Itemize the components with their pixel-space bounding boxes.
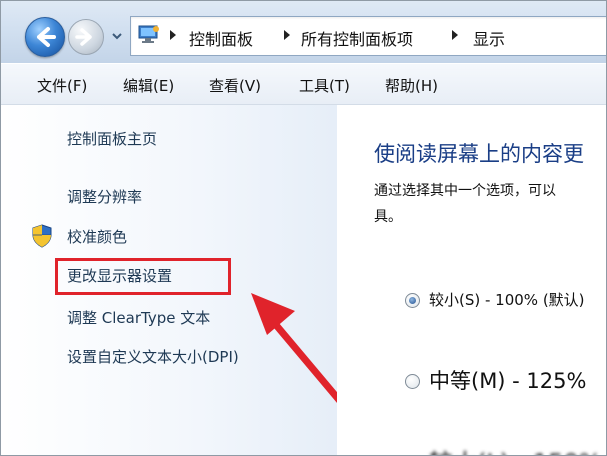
recent-pages-chevron-icon[interactable] [111,30,123,42]
highlight-box [55,258,231,295]
breadcrumb-all-items[interactable]: 所有控制面板项 [301,26,413,50]
page-heading: 使阅读屏幕上的内容更 [374,142,584,166]
control-panel-home-link[interactable]: 控制面板主页 [67,128,157,149]
forward-button[interactable] [68,19,104,55]
menu-file[interactable]: 文件(F) [37,75,87,96]
back-arrow-icon [37,27,56,47]
control-panel-icon [138,25,159,43]
menu-edit[interactable]: 编辑(E) [123,75,174,96]
shield-icon [32,224,52,248]
content-area: 使阅读屏幕上的内容更 通过选择其中一个选项，可以 具。 较小(S) - 100%… [337,105,606,455]
option-larger-label[interactable]: 较大(L) - 150% [429,443,602,455]
breadcrumb-separator-icon[interactable] [283,29,291,41]
calibrate-color-link[interactable]: 校准颜色 [67,226,127,247]
back-button[interactable] [25,17,65,57]
control-panel-window: 控制面板 所有控制面板项 显示 文件(F) 编辑(E) 查看(V) 工具(T) … [0,0,607,456]
option-medium-radio[interactable] [405,374,420,389]
address-bar[interactable]: 控制面板 所有控制面板项 显示 [130,16,606,56]
breadcrumb-separator-icon[interactable] [169,29,177,41]
menu-bar: 文件(F) 编辑(E) 查看(V) 工具(T) 帮助(H) [1,64,606,105]
navigation-bar: 控制面板 所有控制面板项 显示 [1,1,606,63]
breadcrumb-separator-icon[interactable] [451,29,459,41]
custom-text-size-link[interactable]: 设置自定义文本大小(DPI) [67,346,239,367]
breadcrumb-control-panel[interactable]: 控制面板 [189,26,253,50]
description-text: 通过选择其中一个选项，可以 [374,183,556,199]
menu-tools[interactable]: 工具(T) [299,75,350,96]
forward-arrow-icon [75,28,92,46]
option-medium-label[interactable]: 中等(M) - 125% [429,365,586,395]
adjust-resolution-link[interactable]: 调整分辨率 [67,186,142,207]
option-smaller-label[interactable]: 较小(S) - 100% (默认) [429,289,585,310]
adjust-cleartype-link[interactable]: 调整 ClearType 文本 [67,307,210,328]
menu-help[interactable]: 帮助(H) [385,75,438,96]
menu-view[interactable]: 查看(V) [209,75,261,96]
breadcrumb-display[interactable]: 显示 [473,26,505,50]
option-smaller-radio[interactable] [405,293,420,308]
description-text-continued: 具。 [374,209,402,225]
